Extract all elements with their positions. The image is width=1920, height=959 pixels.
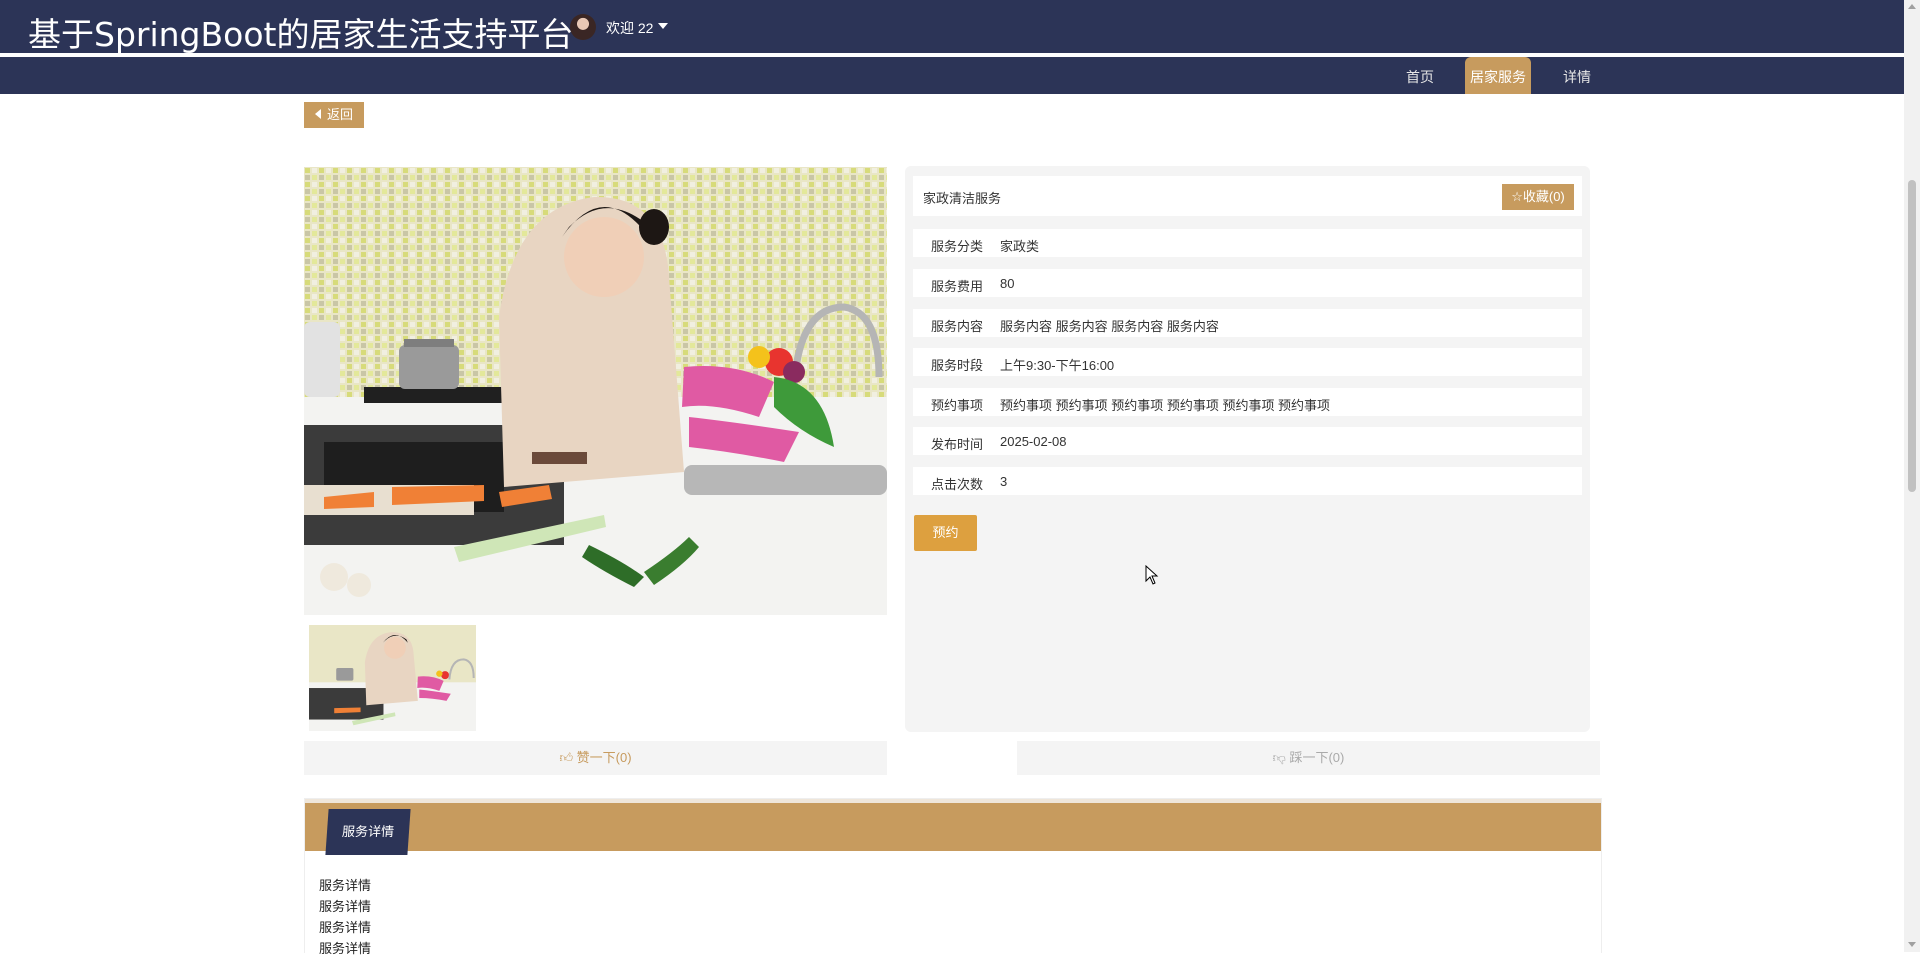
detail-line: 服务详情 xyxy=(319,920,372,935)
service-detail-section: 服务详情 服务详情 服务详情 服务详情 服务详情 xyxy=(304,798,1602,956)
field-label: 服务分类 xyxy=(931,239,984,254)
field-label: 点击次数 xyxy=(931,477,984,492)
field-fee: 服务费用 80 xyxy=(913,269,1582,297)
book-button[interactable]: 预约 xyxy=(914,515,977,551)
field-category: 服务分类 家政类 xyxy=(913,229,1582,257)
site-title: 基于SpringBoot的居家生活支持平台 xyxy=(28,15,574,54)
field-value: 2025-02-08 xyxy=(1000,434,1067,449)
field-label: 服务时段 xyxy=(931,358,984,373)
page-scrollbar[interactable] xyxy=(1904,0,1920,952)
field-content: 服务内容 服务内容 服务内容 服务内容 服务内容 xyxy=(913,309,1582,337)
nav-item-home[interactable]: 首页 xyxy=(1396,57,1444,94)
service-title-bar: 家政清洁服务 ☆收藏(0) xyxy=(913,176,1582,216)
favorite-button[interactable]: ☆收藏(0) xyxy=(1502,184,1574,210)
detail-line: 服务详情 xyxy=(319,899,372,914)
caret-down-icon[interactable] xyxy=(658,23,668,29)
field-label: 服务费用 xyxy=(931,279,984,294)
mouse-cursor-icon xyxy=(1145,565,1159,585)
field-label: 发布时间 xyxy=(931,437,984,452)
scroll-down-arrow-icon[interactable] xyxy=(1908,942,1916,947)
service-title: 家政清洁服务 xyxy=(923,191,1002,206)
tab-service-detail[interactable]: 服务详情 xyxy=(325,809,411,855)
field-value: 预约事项 预约事项 预约事项 预约事项 预约事项 预约事项 xyxy=(1000,398,1331,413)
field-label: 预约事项 xyxy=(931,398,984,413)
detail-line: 服务详情 xyxy=(319,941,372,956)
field-time-slot: 服务时段 上午9:30-下午16:00 xyxy=(913,348,1582,376)
main-nav: 首页 居家服务 详情 xyxy=(0,57,1904,94)
nav-item-detail[interactable]: 详情 xyxy=(1553,57,1601,94)
field-value: 上午9:30-下午16:00 xyxy=(1000,358,1115,373)
detail-content: 服务详情 服务详情 服务详情 服务详情 xyxy=(319,875,371,959)
thumbs-down-icon: 👎︎ xyxy=(1272,750,1286,765)
field-booking-notes: 预约事项 预约事项 预约事项 预约事项 预约事项 预约事项 预约事项 xyxy=(913,388,1582,416)
service-main-image xyxy=(304,167,887,615)
field-value: 服务内容 服务内容 服务内容 服务内容 xyxy=(1000,319,1219,334)
field-value: 80 xyxy=(1000,276,1015,291)
top-header: 基于SpringBoot的居家生活支持平台 欢迎 22 xyxy=(0,0,1904,54)
thumbs-up-button[interactable]: 👍︎ 赞一下(0) xyxy=(304,741,887,775)
favorite-label: 收藏(0) xyxy=(1522,189,1565,204)
scroll-up-arrow-icon[interactable] xyxy=(1908,4,1916,9)
back-label: 返回 xyxy=(326,107,353,122)
field-value: 家政类 xyxy=(1000,239,1040,254)
detail-tab-bar: 服务详情 xyxy=(305,799,1601,855)
scrollbar-thumb[interactable] xyxy=(1908,180,1916,492)
detail-line: 服务详情 xyxy=(319,878,372,893)
thumbs-down-label: 踩一下(0) xyxy=(1289,750,1345,765)
chevron-left-icon xyxy=(314,109,321,119)
back-button[interactable]: 返回 xyxy=(304,102,364,128)
field-value: 3 xyxy=(1000,474,1008,489)
field-click-count: 点击次数 3 xyxy=(913,467,1582,495)
service-info-panel: 家政清洁服务 ☆收藏(0) 服务分类 家政类 服务费用 80 服务内容 服务内容… xyxy=(905,166,1590,732)
field-publish-date: 发布时间 2025-02-08 xyxy=(913,427,1582,455)
thumbs-up-label: 赞一下(0) xyxy=(576,750,632,765)
welcome-user-menu[interactable]: 欢迎 22 xyxy=(606,18,653,38)
field-label: 服务内容 xyxy=(931,319,984,334)
user-avatar[interactable] xyxy=(570,14,596,40)
nav-item-home-services[interactable]: 居家服务 xyxy=(1465,57,1531,94)
service-thumbnail[interactable] xyxy=(309,625,476,731)
thumbs-up-icon: 👍︎ xyxy=(559,750,574,765)
thumbs-down-button[interactable]: 👎︎ 踩一下(0) xyxy=(1017,741,1600,775)
star-icon: ☆ xyxy=(1511,189,1523,204)
